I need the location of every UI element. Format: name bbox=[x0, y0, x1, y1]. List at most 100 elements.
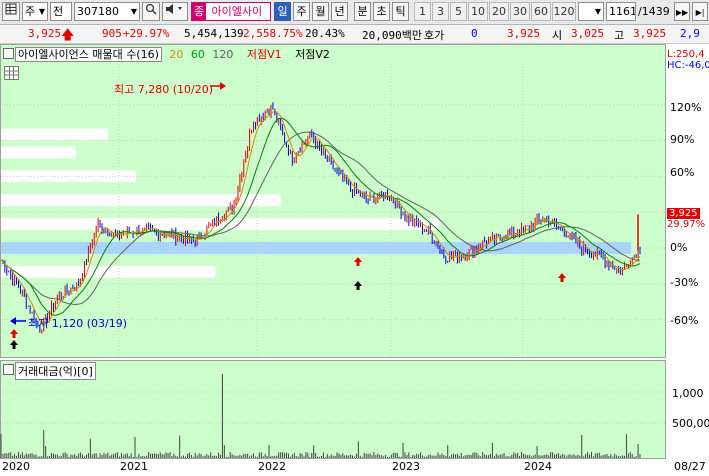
stock-code-input[interactable]: 307180 ▼ bbox=[74, 2, 140, 21]
search-button[interactable] bbox=[142, 2, 160, 21]
quote-label: 호가 bbox=[424, 29, 445, 42]
volume-title: 거래대금(억)[0] bbox=[15, 362, 96, 380]
low-pointer-arrow bbox=[10, 317, 16, 325]
x-tick: 2024 bbox=[524, 460, 552, 473]
interval-1-button[interactable]: 1 bbox=[414, 2, 431, 21]
x-tick: 08/27 bbox=[674, 460, 706, 473]
volume-panel[interactable]: 거래대금(억)[0] bbox=[0, 360, 666, 459]
total-count: /1439 bbox=[638, 5, 670, 18]
current-price: 3,925 bbox=[28, 27, 62, 40]
stock-name-text: 아이엘사이 bbox=[211, 5, 263, 18]
turnover-pct: 20.43% bbox=[305, 27, 345, 40]
y-tick: 0% bbox=[670, 241, 688, 254]
low-annotation: 최저 1,120 (03/19) bbox=[28, 317, 128, 330]
period-week-button[interactable]: 주 bbox=[293, 2, 310, 21]
mode-value: 전 bbox=[53, 5, 64, 18]
low-point-v2-label: 저점V2 bbox=[295, 48, 330, 61]
right-axis: L:250,4 HC:-46,0 120% 90% 60% 3,925 29.9… bbox=[666, 44, 709, 459]
panel-grip-icon[interactable] bbox=[3, 48, 14, 59]
toolbar: 주 ▼ 전 307180 ▼ 종 아이엘사이 일 주 월 년 분 초 틱 1 3 5… bbox=[0, 0, 709, 25]
quote-value: 0 bbox=[471, 27, 478, 40]
ma20-label: 20 bbox=[169, 48, 184, 61]
vol-tick: 500,00 bbox=[672, 417, 709, 430]
period-tick-button[interactable]: 틱 bbox=[392, 2, 409, 21]
low-point-v1-arrow bbox=[354, 257, 362, 266]
chevron-down-icon: ▼ bbox=[38, 7, 45, 16]
fast-forward-icon: ▶▶ bbox=[675, 8, 689, 17]
interval-30-button[interactable]: 30 bbox=[510, 2, 530, 21]
period-day-button[interactable]: 일 bbox=[274, 2, 291, 21]
volume-canvas bbox=[0, 374, 666, 458]
interval-custom-select[interactable]: ▼ bbox=[578, 2, 604, 21]
current-pct-tag: 29.97% bbox=[667, 219, 706, 230]
scroll-end-icon: ▶| bbox=[695, 8, 705, 17]
high-price: 3,925 bbox=[633, 27, 667, 40]
price-chart[interactable]: 아이엘사이언스 매물대 수(16) 20 60 120 저점V1 저점V2 최고… bbox=[0, 44, 666, 358]
period-month-button[interactable]: 월 bbox=[312, 2, 329, 21]
low-point-v1-label: 저점V1 bbox=[246, 48, 282, 61]
interval-3-button[interactable]: 3 bbox=[432, 2, 449, 21]
x-tick: 2022 bbox=[258, 460, 286, 473]
chevron-down-icon: ▼ bbox=[130, 7, 137, 16]
chevron-down-icon: ▼ bbox=[594, 7, 601, 16]
period-second-button[interactable]: 초 bbox=[373, 2, 390, 21]
y-tick: 90% bbox=[670, 133, 695, 146]
ma120-label: 120 bbox=[212, 48, 234, 61]
stock-name-field[interactable]: 종 아이엘사이 bbox=[191, 2, 271, 21]
period-minute-button[interactable]: 분 bbox=[354, 2, 371, 21]
interval-120-button[interactable]: 120 bbox=[552, 2, 576, 21]
buy-signal-arrow bbox=[354, 281, 362, 290]
y-tick: -30% bbox=[670, 276, 699, 289]
buy-signal-arrow bbox=[10, 340, 18, 349]
interval-60-button[interactable]: 60 bbox=[531, 2, 551, 21]
x-axis: 2020 2021 2022 2023 2024 08/27 bbox=[0, 459, 709, 476]
price-change-pct: +29.97% bbox=[123, 27, 170, 40]
count-value: 1161 bbox=[609, 5, 636, 18]
stock-tag-badge: 종 bbox=[192, 3, 206, 20]
low-price: 2,9 bbox=[680, 27, 700, 40]
period-year-button[interactable]: 년 bbox=[331, 2, 348, 21]
stock-code-value: 307180 bbox=[77, 5, 119, 18]
open-label: 시 bbox=[552, 29, 563, 42]
high-annotation: 최고 7,280 (10/20) bbox=[114, 83, 214, 96]
y-tick: 120% bbox=[670, 101, 702, 114]
low-point-v1-arrow bbox=[10, 329, 18, 338]
ma60-label: 60 bbox=[190, 48, 205, 61]
table-toggle-icon[interactable] bbox=[4, 66, 19, 80]
interval-10-button[interactable]: 10 bbox=[468, 2, 488, 21]
price-row: 3,925 🡅 905 +29.97% 5,454,139 2,558.75% … bbox=[0, 25, 709, 44]
mode-select[interactable]: 전 bbox=[50, 2, 72, 21]
scroll-end-button[interactable]: ▶| bbox=[692, 2, 708, 21]
volume-ratio: 2,558.75% bbox=[243, 27, 303, 40]
current-price-tag: 3,925 bbox=[667, 208, 700, 219]
count-input[interactable]: 1161 bbox=[606, 2, 636, 21]
y-tick: 60% bbox=[670, 166, 695, 179]
market-select[interactable]: 주 ▼ bbox=[22, 2, 48, 21]
open-price: 3,025 bbox=[571, 27, 605, 40]
axis-high-info: HC:-46,0 bbox=[667, 60, 709, 71]
low-point-v1-arrow bbox=[558, 273, 566, 282]
interval-20-button[interactable]: 20 bbox=[489, 2, 509, 21]
volume-value: 5,454,139 bbox=[184, 27, 244, 40]
fast-forward-button[interactable]: ▶▶ bbox=[674, 2, 690, 21]
panel-grip-icon[interactable] bbox=[3, 364, 14, 375]
grid-menu-icon[interactable] bbox=[2, 2, 20, 21]
x-tick: 2023 bbox=[392, 460, 420, 473]
interval-5-button[interactable]: 5 bbox=[450, 2, 467, 21]
vol-tick: 1,000 bbox=[672, 387, 704, 400]
indicator-title[interactable]: 아이엘사이언스 매물대 수(16) bbox=[15, 47, 162, 62]
axis-low-info: L:250,4 bbox=[667, 49, 705, 60]
price-zone-bar bbox=[1, 146, 76, 159]
search-icon bbox=[145, 3, 157, 15]
price-zone-bar bbox=[1, 128, 109, 141]
y-tick: -60% bbox=[670, 314, 699, 327]
trade-amount: 20,090백만 bbox=[362, 29, 422, 42]
speaker-button[interactable] bbox=[162, 2, 188, 21]
market-value: 주 bbox=[25, 5, 36, 18]
high-pointer-arrow bbox=[220, 82, 226, 90]
speaker-icon bbox=[166, 4, 182, 14]
x-tick: 2020 bbox=[2, 460, 30, 473]
price-chart-canvas bbox=[0, 64, 666, 358]
high-label: 고 bbox=[614, 29, 625, 42]
ma20-line bbox=[0, 110, 641, 326]
